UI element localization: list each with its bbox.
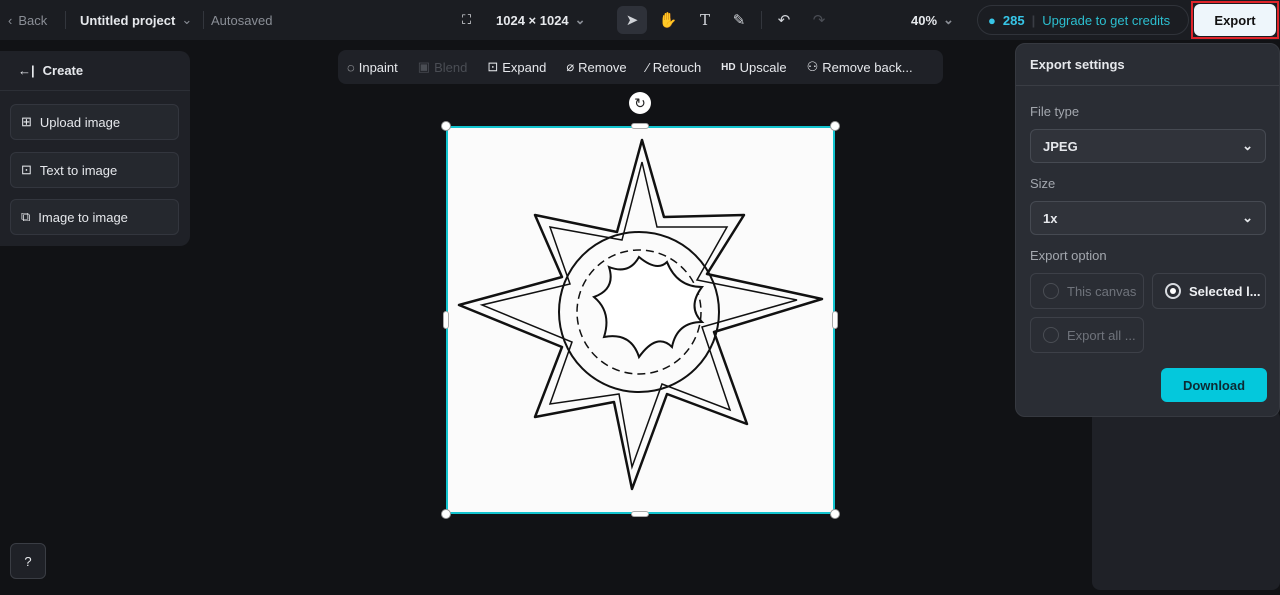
resize-handle[interactable] (443, 311, 449, 329)
create-header[interactable]: ←| Create (0, 51, 190, 91)
select-tool[interactable]: ➤ (617, 6, 647, 34)
undo-icon: ↶ (777, 12, 791, 29)
export-button[interactable]: Export (1191, 1, 1279, 39)
zoom-dropdown[interactable]: 40% ⌄ (911, 0, 954, 40)
radio-icon (1043, 327, 1059, 343)
hd-icon: HD (721, 61, 736, 73)
resize-button[interactable]: ⛶ (462, 0, 471, 40)
edit-toolbar: ◌ Inpaint ▣ Blend ⊡ Expand ⌀ Remove ⁄ Retouch… (338, 50, 943, 84)
option-export-all[interactable]: Export all ... (1030, 317, 1144, 353)
resize-handle[interactable] (441, 509, 451, 519)
text-tool[interactable]: T (690, 6, 720, 34)
eraser-icon: ⌀ (566, 59, 575, 74)
upload-icon: ⊞ (21, 114, 32, 129)
chevron-down-icon: ⌄ (943, 12, 954, 27)
help-button[interactable]: ? (10, 543, 46, 579)
remove-background-button[interactable]: ⚇ Remove back... (807, 59, 913, 75)
text-icon: T (699, 11, 710, 29)
expand-icon: ⊡ (487, 59, 499, 74)
mandala-image (457, 138, 824, 491)
back-button[interactable]: ‹ Back (8, 0, 47, 40)
export-settings-panel: Export settings File type JPEG ⌄ Size 1x ⌄… (1015, 43, 1280, 417)
blend-button[interactable]: ▣ Blend (418, 59, 468, 75)
collapse-icon: ←| (18, 63, 35, 78)
canvas-size-dropdown[interactable]: 1024 × 1024 ⌄ (496, 0, 586, 40)
autosave-status: Autosaved (211, 12, 273, 28)
inpaint-icon: ◌ (347, 59, 355, 75)
brush-icon: ✎ (732, 12, 746, 29)
chevron-down-icon: ⌄ (1242, 210, 1253, 225)
blend-icon: ▣ (417, 59, 431, 74)
option-selected-layers[interactable]: Selected l... (1152, 273, 1266, 309)
image-image-icon: ⧉ (21, 209, 31, 224)
radio-icon (1043, 283, 1059, 299)
credit-icon: ● (988, 12, 996, 28)
inpaint-button[interactable]: ◌ Inpaint (347, 60, 398, 75)
hand-icon: ✋ (658, 12, 678, 29)
option-this-canvas[interactable]: This canvas (1030, 273, 1144, 309)
undo-button[interactable]: ↶ (769, 6, 799, 34)
download-button[interactable]: Download (1161, 368, 1267, 402)
resize-icon: ⛶ (462, 12, 472, 27)
radio-selected-icon (1165, 283, 1181, 299)
upgrade-link[interactable]: Upgrade to get credits (1042, 13, 1170, 28)
rotate-handle[interactable]: ↻ (629, 92, 651, 114)
redo-icon: ↷ (812, 12, 826, 29)
help-icon: ? (24, 553, 32, 569)
image-to-image-button[interactable]: ⧉ Image to image (10, 199, 179, 235)
cursor-icon: ➤ (625, 12, 639, 29)
top-bar: ‹ Back Untitled project ⌄ Autosaved ⛶ 1024… (0, 0, 1280, 40)
upload-image-button[interactable]: ⊞ Upload image (10, 104, 179, 140)
size-label: Size (1030, 176, 1056, 191)
resize-handle[interactable] (832, 311, 838, 329)
export-option-label: Export option (1030, 248, 1107, 263)
file-type-label: File type (1030, 104, 1080, 119)
expand-button[interactable]: ⊡ Expand (487, 59, 546, 75)
credits-pill[interactable]: ● 285 | Upgrade to get credits (977, 5, 1189, 35)
chevron-left-icon: ‹ (8, 12, 13, 28)
hand-tool[interactable]: ✋ (653, 6, 683, 34)
rotate-icon: ↻ (634, 94, 646, 111)
chevron-down-icon: ⌄ (574, 12, 586, 27)
text-image-icon: ⊡ (21, 162, 32, 177)
text-to-image-button[interactable]: ⊡ Text to image (10, 152, 179, 188)
file-type-select[interactable]: JPEG ⌄ (1030, 129, 1266, 163)
resize-handle[interactable] (830, 509, 840, 519)
resize-handle[interactable] (631, 511, 649, 517)
brush-tool[interactable]: ✎ (724, 6, 754, 34)
project-name-dropdown[interactable]: Untitled project ⌄ (80, 0, 192, 40)
redo-button[interactable]: ↷ (804, 6, 834, 34)
remove-bg-icon: ⚇ (806, 59, 819, 74)
remove-button[interactable]: ⌀ Remove (566, 59, 626, 75)
canvas-image[interactable] (446, 126, 835, 514)
chevron-down-icon: ⌄ (1242, 138, 1253, 153)
right-panel (1092, 410, 1280, 590)
resize-handle[interactable] (830, 121, 840, 131)
retouch-button[interactable]: ⁄ Retouch (647, 60, 702, 75)
export-settings-title: Export settings (1016, 44, 1279, 86)
upscale-button[interactable]: HD Upscale (721, 60, 786, 75)
resize-handle[interactable] (631, 123, 649, 129)
resize-handle[interactable] (441, 121, 451, 131)
chevron-down-icon: ⌄ (181, 12, 193, 27)
size-select[interactable]: 1x ⌄ (1030, 201, 1266, 235)
wand-icon: ⁄ (646, 59, 649, 75)
create-panel: ←| Create ⊞ Upload image ⊡ Text to image ⧉ I… (0, 51, 190, 246)
